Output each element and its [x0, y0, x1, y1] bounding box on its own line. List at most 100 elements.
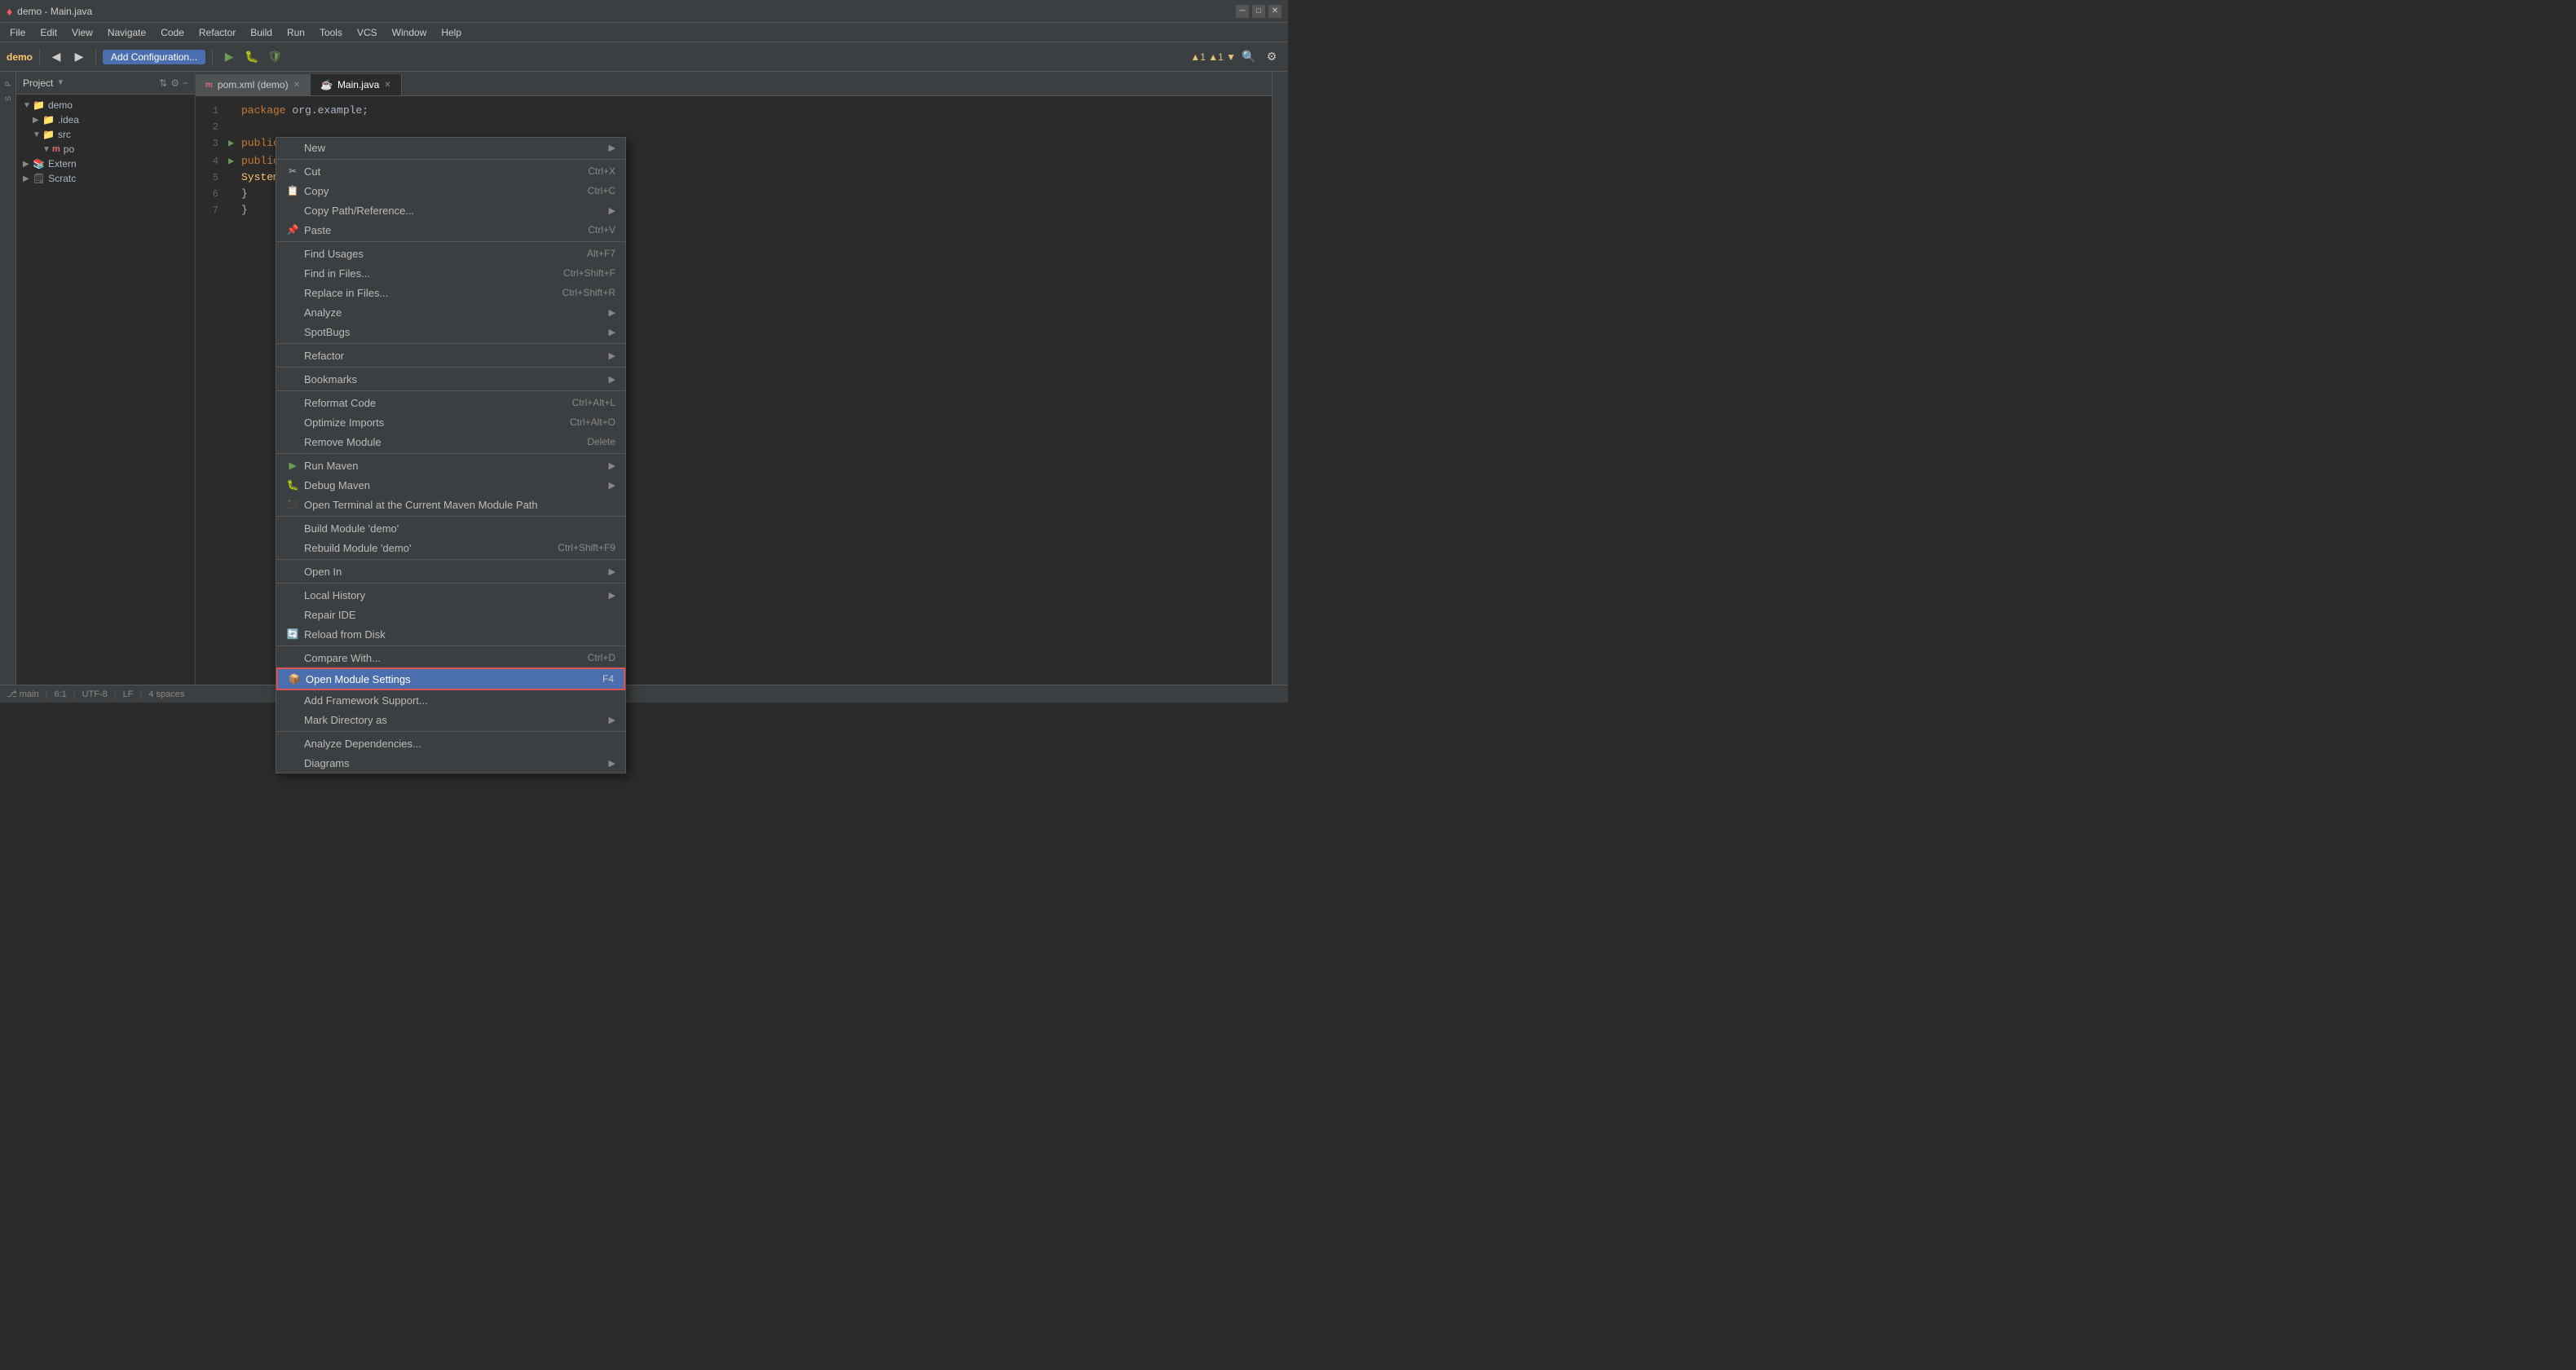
tab-main[interactable]: ☕ Main.java ✕ [311, 74, 402, 95]
ctx-analyze[interactable]: Analyze ▶ [276, 302, 625, 322]
ctx-refactor[interactable]: Refactor ▶ [276, 346, 625, 365]
main-tab-close[interactable]: ✕ [384, 81, 390, 90]
panel-sort-icon[interactable]: ⇅ [159, 77, 167, 89]
ctx-find-usages[interactable]: Find Usages Alt+F7 [276, 244, 625, 263]
menu-vcs[interactable]: VCS [351, 25, 384, 40]
tree-item-extern[interactable]: ▶ 📚 Extern [16, 156, 195, 171]
project-tree: ▼ 📁 demo ▶ 📁 .idea ▼ 📁 src ▼ m po [16, 95, 195, 685]
line-col-status[interactable]: 6:1 [54, 689, 66, 699]
tree-item-idea[interactable]: ▶ 📁 .idea [16, 112, 195, 127]
ctx-bookmarks[interactable]: Bookmarks ▶ [276, 369, 625, 389]
panel-gear-icon[interactable]: ⚙ [170, 77, 179, 89]
ctx-reload-disk[interactable]: 🔄 Reload from Disk [276, 624, 625, 644]
ctx-run-maven[interactable]: ▶ Run Maven ▶ [276, 456, 625, 475]
ctx-paste[interactable]: 📌 Paste Ctrl+V [276, 220, 625, 240]
tree-item-demo[interactable]: ▼ 📁 demo [16, 98, 195, 112]
back-button[interactable]: ◀ [46, 47, 66, 67]
run-button[interactable]: ▶ [219, 47, 239, 67]
ctx-spotbugs[interactable]: SpotBugs ▶ [276, 322, 625, 341]
menu-refactor[interactable]: Refactor [192, 25, 242, 40]
context-menu: New ▶ ✂ Cut Ctrl+X 📋 Copy Ctrl+C Copy Pa… [276, 137, 626, 773]
ctx-sep-6 [276, 453, 625, 454]
ctx-add-framework[interactable]: Add Framework Support... [276, 690, 625, 710]
ctx-remove-module[interactable]: Remove Module Delete [276, 432, 625, 452]
project-tool-button[interactable]: P [2, 78, 14, 90]
app-title: demo - Main.java [17, 6, 92, 17]
ctx-compare-shortcut: Ctrl+D [588, 652, 615, 663]
menu-tools[interactable]: Tools [313, 25, 349, 40]
main-tab-label: Main.java [337, 79, 379, 90]
coverage-button[interactable]: 🛡 [265, 47, 285, 67]
ctx-mark-directory[interactable]: Mark Directory as ▶ [276, 710, 625, 729]
ctx-copy[interactable]: 📋 Copy Ctrl+C [276, 181, 625, 200]
menu-view[interactable]: View [65, 25, 99, 40]
tree-label-src: src [58, 129, 71, 140]
forward-button[interactable]: ▶ [69, 47, 89, 67]
debug-button[interactable]: 🐛 [242, 47, 262, 67]
search-everywhere-button[interactable]: 🔍 [1239, 47, 1259, 67]
ctx-sep-10 [276, 645, 625, 646]
encoding-status[interactable]: UTF-8 [82, 689, 108, 699]
ctx-compare[interactable]: Compare With... Ctrl+D [276, 648, 625, 667]
menu-build[interactable]: Build [244, 25, 279, 40]
ctx-reload-disk-label: Reload from Disk [304, 628, 615, 641]
ctx-replace-files[interactable]: Replace in Files... Ctrl+Shift+R [276, 283, 625, 302]
ctx-repair-ide[interactable]: Repair IDE [276, 605, 625, 624]
pom-tab-close[interactable]: ✕ [293, 81, 300, 90]
ctx-find-files[interactable]: Find in Files... Ctrl+Shift+F [276, 263, 625, 283]
status-sep-4: | [139, 689, 142, 699]
tree-item-src[interactable]: ▼ 📁 src [16, 127, 195, 142]
close-button[interactable]: ✕ [1268, 5, 1281, 18]
menu-window[interactable]: Window [386, 25, 434, 40]
ctx-open-terminal[interactable]: ⬛ Open Terminal at the Current Maven Mod… [276, 495, 625, 514]
ctx-local-history-arrow: ▶ [609, 590, 615, 601]
ctx-bookmarks-arrow: ▶ [609, 374, 615, 385]
tree-arrow-src: ▼ [33, 130, 42, 139]
ctx-module-settings-label: Open Module Settings [306, 673, 598, 685]
ctx-build-module[interactable]: Build Module 'demo' [276, 518, 625, 538]
run-configuration[interactable]: Add Configuration... [103, 50, 205, 64]
minimize-button[interactable]: ─ [1236, 5, 1249, 18]
settings-button[interactable]: ⚙ [1262, 47, 1281, 67]
ctx-add-framework-icon [286, 694, 299, 707]
tree-item-scratch[interactable]: ▶ 🗒 Scratc [16, 171, 195, 186]
ctx-rebuild-module[interactable]: Rebuild Module 'demo' Ctrl+Shift+F9 [276, 538, 625, 557]
ctx-optimize[interactable]: Optimize Imports Ctrl+Alt+O [276, 412, 625, 432]
ctx-rebuild-module-shortcut: Ctrl+Shift+F9 [558, 542, 615, 553]
menu-navigate[interactable]: Navigate [101, 25, 152, 40]
ctx-spotbugs-label: SpotBugs [304, 326, 604, 338]
ctx-reformat[interactable]: Reformat Code Ctrl+Alt+L [276, 393, 625, 412]
menu-edit[interactable]: Edit [33, 25, 64, 40]
status-sep-1: | [46, 689, 48, 699]
ctx-copy-path[interactable]: Copy Path/Reference... ▶ [276, 200, 625, 220]
ctx-debug-maven[interactable]: 🐛 Debug Maven ▶ [276, 475, 625, 495]
structure-tool-button[interactable]: S [2, 93, 14, 104]
ctx-open-in[interactable]: Open In ▶ [276, 562, 625, 581]
status-sep-3: | [114, 689, 117, 699]
ctx-open-module-settings[interactable]: 📦 Open Module Settings F4 [276, 667, 625, 690]
tree-item-po[interactable]: ▼ m po [16, 142, 195, 156]
ctx-diagrams-arrow: ▶ [609, 758, 615, 769]
project-dropdown-icon[interactable]: ▼ [56, 78, 64, 87]
maximize-button[interactable]: □ [1252, 5, 1265, 18]
indent-status[interactable]: 4 spaces [148, 689, 184, 699]
ctx-local-history[interactable]: Local History ▶ [276, 585, 625, 605]
ctx-spotbugs-arrow: ▶ [609, 327, 615, 337]
line-num-2: 2 [202, 119, 228, 135]
menu-run[interactable]: Run [280, 25, 311, 40]
line-sep-status[interactable]: LF [123, 689, 134, 699]
menu-code[interactable]: Code [154, 25, 191, 40]
ctx-new[interactable]: New ▶ [276, 138, 625, 157]
menu-file[interactable]: File [3, 25, 32, 40]
ctx-cut[interactable]: ✂ Cut Ctrl+X [276, 161, 625, 181]
panel-minus-icon[interactable]: − [183, 77, 188, 89]
tab-pom[interactable]: m pom.xml (demo) ✕ [196, 74, 311, 95]
menu-help[interactable]: Help [434, 25, 468, 40]
ctx-optimize-label: Optimize Imports [304, 416, 565, 429]
ctx-copy-shortcut: Ctrl+C [588, 185, 615, 196]
status-sep-2: | [73, 689, 76, 699]
ctx-compare-icon [286, 651, 299, 664]
ctx-remove-module-label: Remove Module [304, 436, 582, 448]
ctx-diagrams[interactable]: Diagrams ▶ [276, 753, 625, 773]
ctx-analyze-deps[interactable]: Analyze Dependencies... [276, 733, 625, 753]
